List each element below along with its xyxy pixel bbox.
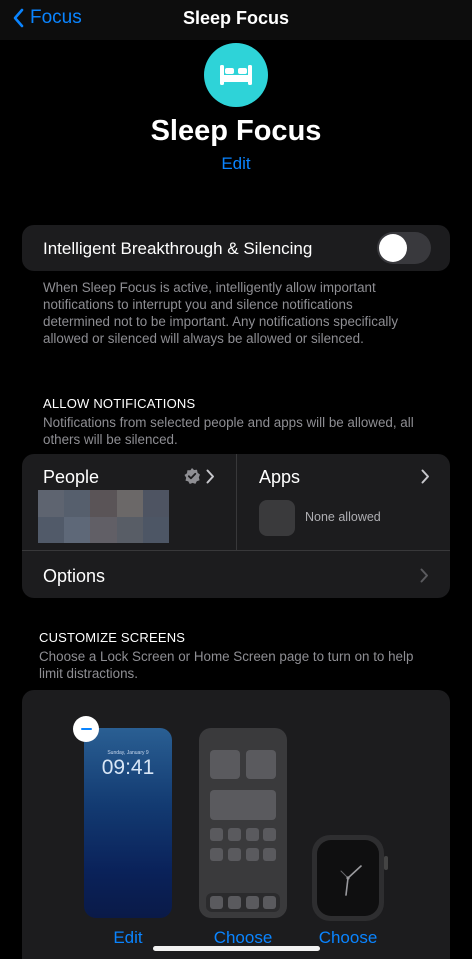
home-indicator[interactable] xyxy=(153,946,320,951)
widget-placeholder xyxy=(246,750,276,779)
choose-home-screen-button[interactable]: Choose xyxy=(199,928,287,948)
options-row[interactable]: Options xyxy=(43,566,105,587)
minus-icon xyxy=(80,727,92,731)
allow-notifications-card: People Apps None allowed Options xyxy=(22,454,450,598)
dock-placeholder xyxy=(206,893,280,912)
app-icon-placeholder xyxy=(228,896,241,909)
people-avatars xyxy=(38,490,169,543)
intelligent-breakthrough-row: Intelligent Breakthrough & Silencing xyxy=(22,225,450,271)
edit-lock-screen-button[interactable]: Edit xyxy=(84,928,172,948)
navigation-bar: Focus Sleep Focus xyxy=(0,0,472,40)
app-icon-placeholder xyxy=(263,848,276,861)
chevron-right-icon xyxy=(421,469,429,484)
app-placeholder xyxy=(259,500,295,536)
app-icon-placeholder xyxy=(246,896,259,909)
customize-screens-footnote: Choose a Lock Screen or Home Screen page… xyxy=(39,649,414,681)
customize-screens-card: Sunday, January 9 09:41 Edit Choose Choo… xyxy=(22,690,450,959)
app-icon-placeholder xyxy=(228,848,241,861)
divider xyxy=(22,550,450,551)
widget-placeholder xyxy=(210,750,240,779)
verified-badge-icon xyxy=(184,468,200,484)
watch-crown xyxy=(384,856,388,870)
allow-notifications-header: ALLOW NOTIFICATIONS xyxy=(43,396,196,411)
intelligent-breakthrough-footnote: When Sleep Focus is active, intelligentl… xyxy=(43,280,399,346)
lock-screen-preview[interactable]: Sunday, January 9 09:41 xyxy=(84,728,172,918)
home-screen-preview[interactable] xyxy=(199,728,287,918)
intelligent-breakthrough-label: Intelligent Breakthrough & Silencing xyxy=(43,239,313,258)
customize-screens-header: CUSTOMIZE SCREENS xyxy=(39,630,186,645)
apps-status: None allowed xyxy=(305,510,381,524)
widget-placeholder xyxy=(210,790,276,820)
page-title: Sleep Focus xyxy=(150,115,322,147)
apps-cell[interactable]: Apps None allowed xyxy=(236,454,450,550)
app-icon-placeholder xyxy=(263,828,276,841)
apps-label: Apps xyxy=(259,467,301,487)
bed-icon xyxy=(204,43,268,107)
lock-screen-time: 09:41 xyxy=(101,756,155,779)
allow-notifications-footnote: Notifications from selected people and a… xyxy=(43,415,414,447)
app-icon-placeholder xyxy=(246,848,259,861)
watch-screen xyxy=(317,840,379,916)
clock-icon xyxy=(340,865,362,896)
chevron-right-icon xyxy=(206,469,214,484)
app-icon-placeholder xyxy=(246,828,259,841)
app-icon-placeholder xyxy=(228,828,241,841)
intelligent-breakthrough-toggle[interactable] xyxy=(377,232,431,264)
toggle-knob xyxy=(379,234,407,262)
app-icon-placeholder xyxy=(263,896,276,909)
edit-focus-button[interactable]: Edit xyxy=(0,154,472,174)
chevron-right-icon xyxy=(420,568,428,583)
people-cell[interactable]: People xyxy=(22,454,236,550)
app-icon-placeholder xyxy=(210,828,223,841)
choose-watch-face-button[interactable]: Choose xyxy=(304,928,392,948)
app-icon-placeholder xyxy=(210,848,223,861)
remove-lock-screen-button[interactable] xyxy=(73,716,99,742)
watch-face-preview[interactable] xyxy=(312,835,384,921)
people-label: People xyxy=(43,467,100,487)
app-icon-placeholder xyxy=(210,896,223,909)
nav-title: Sleep Focus xyxy=(182,8,290,28)
